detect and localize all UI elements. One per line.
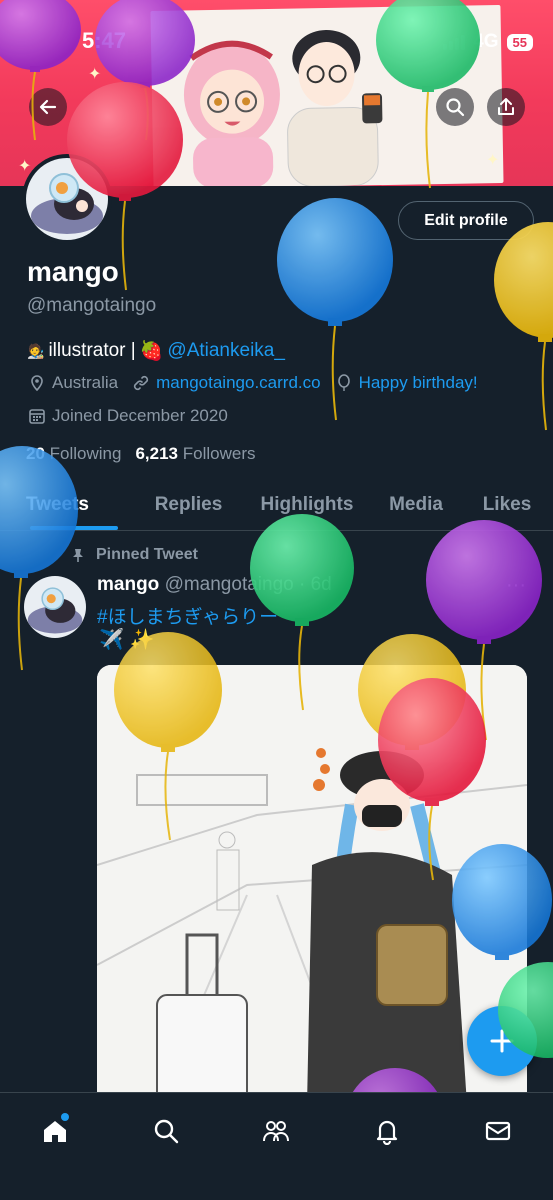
bio-text: illustrator | xyxy=(48,340,136,361)
followers-link[interactable]: 6,213 Followers xyxy=(135,444,255,464)
back-arrow-icon xyxy=(39,99,57,115)
tweet-header: mango @mangotaingo · 6d xyxy=(97,574,332,596)
communities-icon xyxy=(263,1121,290,1142)
more-icon[interactable]: ··· xyxy=(506,574,526,597)
sparkle-decoration: ✦ xyxy=(88,66,102,83)
tweet-image[interactable] xyxy=(97,665,527,1105)
pin-icon xyxy=(73,549,83,562)
edit-profile-button[interactable]: Edit profile xyxy=(398,201,534,240)
mail-icon xyxy=(485,1121,510,1141)
tweet-hashtag[interactable]: #ほしまちぎゃらりー xyxy=(97,602,278,629)
search-button[interactable] xyxy=(436,88,474,126)
bell-icon xyxy=(376,1120,398,1145)
back-button[interactable] xyxy=(29,88,67,126)
balloon xyxy=(494,222,553,431)
strawberry-icon: 🍓 xyxy=(139,341,164,362)
sparkle-decoration: ✦ xyxy=(486,152,500,169)
signal-icon xyxy=(443,34,466,50)
profile-handle: @mangotaingo xyxy=(27,295,157,316)
follow-stats: 20 Following 6,213 Followers xyxy=(26,444,256,464)
artist-emoji-icon: 🧑‍🎨 xyxy=(27,342,45,359)
link-icon xyxy=(134,375,149,391)
avatar-illustration xyxy=(27,587,83,634)
search-icon xyxy=(154,1119,179,1144)
bio-mention-link[interactable]: @Atiankeika_ xyxy=(167,340,285,362)
search-icon xyxy=(446,98,465,117)
compose-button[interactable] xyxy=(467,1006,537,1076)
tab-tweets[interactable]: Tweets xyxy=(26,480,122,530)
location-text: Australia xyxy=(52,373,119,392)
tweet-emoji: ✈️ ✨ xyxy=(99,629,155,651)
tweet-time: · 6d xyxy=(299,574,332,595)
profile-bio: 🧑‍🎨 illustrator | 🍓 @Atiankeika_ xyxy=(27,339,285,363)
home-icon xyxy=(44,1121,67,1142)
location-icon xyxy=(31,375,43,392)
joined-text: Joined December 2020 xyxy=(52,406,228,425)
status-time: 5:47 xyxy=(82,28,127,53)
tab-media[interactable]: Media xyxy=(374,480,458,530)
tweet-avatar[interactable] xyxy=(24,576,86,638)
share-button[interactable] xyxy=(487,88,525,126)
status-indicators: 4G 55 xyxy=(443,31,533,53)
pinned-label: Pinned Tweet xyxy=(70,546,198,564)
nav-messages[interactable] xyxy=(478,1111,518,1151)
following-link[interactable]: 20 Following xyxy=(26,444,121,464)
tweet-handle: @mangotaingo xyxy=(164,574,294,595)
profile-name: mango xyxy=(27,256,119,287)
avatar-illustration xyxy=(31,173,103,234)
website-link[interactable]: mangotaingo.carrd.co xyxy=(156,373,320,393)
profile-tabs: Tweets Replies Highlights Media Likes xyxy=(0,480,553,531)
tab-replies[interactable]: Replies xyxy=(137,480,240,530)
nav-search[interactable] xyxy=(146,1111,186,1151)
profile-avatar[interactable] xyxy=(22,154,112,244)
network-type: 4G xyxy=(473,31,499,52)
nav-notifications[interactable] xyxy=(367,1111,407,1151)
profile-meta: Australia mangotaingo.carrd.co Happy bir… xyxy=(28,373,478,393)
birthday-text[interactable]: Happy birthday! xyxy=(359,373,478,393)
bottom-nav xyxy=(0,1092,553,1200)
compose-plus-icon xyxy=(490,1029,514,1053)
tweet-author[interactable]: mango xyxy=(97,574,159,595)
balloon-icon xyxy=(337,374,350,391)
battery-level: 55 xyxy=(506,33,533,51)
tab-likes[interactable]: Likes xyxy=(468,480,546,530)
calendar-icon xyxy=(29,409,45,424)
joined-row: Joined December 2020 xyxy=(28,406,228,426)
tab-highlights[interactable]: Highlights xyxy=(248,480,366,530)
nav-home[interactable] xyxy=(35,1111,75,1151)
nav-communities[interactable] xyxy=(256,1111,296,1151)
share-icon xyxy=(498,98,514,115)
